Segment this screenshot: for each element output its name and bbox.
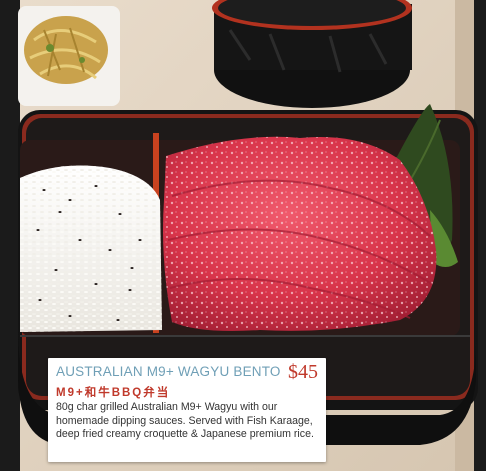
menu-item-subtitle: M9+和牛BBQ弁当 [56,387,171,399]
soup-bowl [212,0,412,108]
side-dish [18,6,120,106]
menu-item-description: 80g char grilled Australian M9+ Wagyu wi… [56,401,314,441]
menu-item-price: $45 [288,361,318,383]
menu-item-card: AUSTRALIAN M9+ WAGYU BENTO $45 M9+和牛BBQ弁… [48,358,326,462]
wagyu-slices [163,136,437,331]
menu-item-title: AUSTRALIAN M9+ WAGYU BENTO [56,364,281,379]
rice [20,165,162,332]
